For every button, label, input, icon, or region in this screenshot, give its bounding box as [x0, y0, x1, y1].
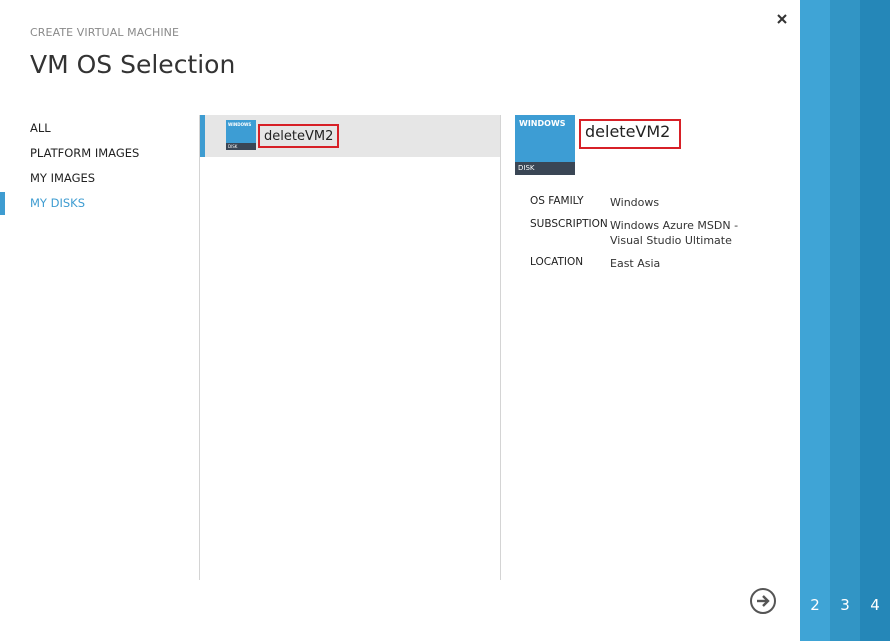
tile-sublabel: DISK [515, 162, 575, 175]
subscription-value: Windows Azure MSDN - Visual Studio Ultim… [610, 219, 739, 247]
step-2-tab[interactable]: 2 [800, 0, 830, 641]
create-vm-dialog: CREATE VIRTUAL MACHINE VM OS Selection A… [0, 0, 890, 641]
nav-item-my-images[interactable]: MY IMAGES [0, 166, 195, 191]
close-icon[interactable] [774, 10, 790, 28]
step-number: 3 [840, 596, 850, 614]
os-family-value: Windows [610, 196, 660, 209]
selection-indicator [200, 115, 205, 157]
step-number: 4 [870, 596, 880, 614]
subscription-label: SUBSCRIPTION [530, 218, 608, 230]
page-title: VM OS Selection [30, 50, 236, 79]
location-value: East Asia [610, 257, 661, 270]
tile-sublabel: DISK [226, 143, 256, 150]
tile-label: WINDOWS [228, 122, 252, 127]
tile-label: WINDOWS [519, 119, 566, 128]
step-number: 2 [810, 596, 820, 614]
next-button[interactable] [750, 588, 776, 614]
filter-nav: ALL PLATFORM IMAGES MY IMAGES MY DISKS [0, 116, 195, 216]
disk-list: WINDOWS DISK deleteVM2 [199, 115, 501, 580]
location-label: LOCATION [530, 256, 584, 268]
arrow-right-icon [757, 595, 770, 607]
nav-item-all[interactable]: ALL [0, 116, 195, 141]
windows-disk-icon: WINDOWS DISK [226, 120, 256, 150]
detail-title: deleteVM2 [579, 119, 681, 149]
step-3-tab[interactable]: 3 [830, 0, 860, 641]
dialog-supertitle: CREATE VIRTUAL MACHINE [30, 26, 180, 39]
step-4-tab[interactable]: 4 [860, 0, 890, 641]
nav-item-my-disks[interactable]: MY DISKS [0, 191, 195, 216]
list-item-name: deleteVM2 [258, 124, 340, 148]
list-item[interactable]: WINDOWS DISK deleteVM2 [200, 115, 500, 157]
windows-disk-icon: WINDOWS DISK [515, 115, 575, 175]
nav-item-platform-images[interactable]: PLATFORM IMAGES [0, 141, 195, 166]
os-family-label: OS FAMILY [530, 195, 584, 207]
